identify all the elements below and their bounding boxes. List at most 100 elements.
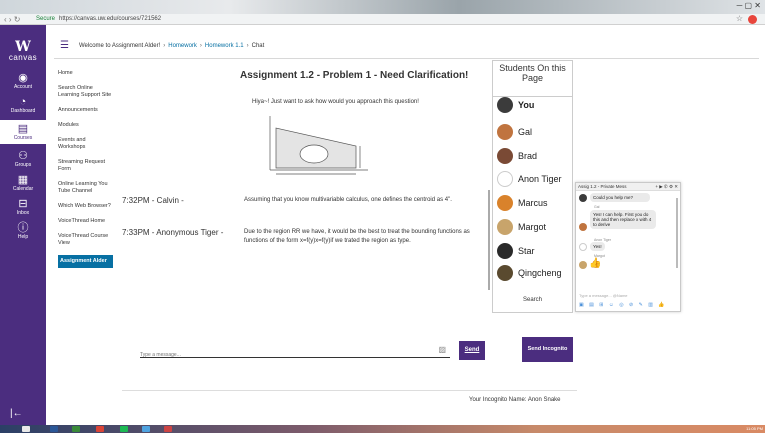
header-divider [54,58,759,59]
avatar [497,97,513,113]
extension-icon[interactable] [748,15,757,24]
student-star[interactable]: Star [497,243,535,259]
collapse-nav-icon[interactable]: |← [10,408,23,419]
taskbar-clock: 11:05 PM [746,426,763,431]
message-text: Assuming that you know multivariable cal… [244,197,452,203]
avatar [579,194,587,202]
avatar [497,171,513,187]
gnav-label: Account [13,84,33,90]
gnav-courses[interactable]: ▤ Courses [0,120,46,144]
canvas-logo-text: canvas [8,53,38,62]
chat-sender-name: Gal [594,205,600,209]
window-controls[interactable]: ─ ▢ ✕ [737,1,761,10]
course-nav-youtube[interactable]: Online Learning You Tube Channel [58,181,113,195]
gnav-label: Inbox [16,210,30,216]
bookmark-star-icon[interactable]: ☆ [736,14,743,23]
avatar [497,243,513,259]
hamburger-menu-icon[interactable]: ☰ [60,40,69,51]
image-attach-icon[interactable]: ▨ [438,345,446,354]
url-text[interactable]: https://canvas.uw.edu/courses/721562 [59,16,161,22]
chat-popup-scrollbar[interactable] [676,198,678,268]
chat-popup-input[interactable]: Type a message... @Name [579,293,628,298]
avatar [579,261,587,269]
avatar [497,148,513,164]
app-icon[interactable] [72,426,80,432]
page-title: Assignment 1.2 - Problem 1 - Need Clarif… [240,70,469,81]
gnav-inbox[interactable]: ⊟ Inbox [0,198,46,216]
student-you[interactable]: You [497,97,534,113]
gnav-label: Courses [13,135,33,141]
spotify-icon[interactable] [120,426,128,432]
students-panel: Students On this Page You Gal Brad Anon … [492,60,573,313]
footer-divider [122,390,577,391]
global-navigation: W canvas ◉ Account ◔ Dashboard ▤ Courses… [0,25,46,425]
groups-icon: ⚇ [18,150,28,162]
chat-popup-title: Assig 1.2 - Private Mess [578,184,627,189]
course-nav-voicethread-course[interactable]: VoiceThread Course View [58,233,113,247]
message-author: 7:32PM - Calvin - [122,196,184,205]
student-name: Brad [518,151,538,161]
word-icon[interactable] [50,426,58,432]
screen: ─ ▢ ✕ ‹ › ↻ Secure https://canvas.uw.edu… [0,0,765,433]
app-icon[interactable] [142,426,150,432]
avatar [579,243,587,251]
course-nav-home[interactable]: Home [58,70,113,77]
student-name: Anon Tiger [518,174,562,184]
gnav-groups[interactable]: ⚇ Groups [0,150,46,168]
student-brad[interactable]: Brad [497,148,537,164]
course-nav-announcements[interactable]: Announcements [58,107,113,114]
gnav-dashboard[interactable]: ◔ Dashboard [0,96,46,114]
app-icon[interactable] [164,426,172,432]
students-search-button[interactable]: Search [493,297,572,303]
student-name: Gal [518,127,533,137]
course-nav-assignment-alder[interactable]: Assignment Alder [58,255,113,268]
gnav-label: Calendar [12,186,34,192]
student-margot[interactable]: Margot [497,219,546,235]
window-titlebar: ─ ▢ ✕ [0,0,765,14]
avatar [497,124,513,140]
private-chat-popup: Assig 1.2 - Private Mess + ▶ ✆ ⚙ ✕ Could… [575,182,681,312]
course-nav-modules[interactable]: Modules [58,122,113,129]
gnav-label: Dashboard [10,108,36,114]
breadcrumb-item[interactable]: Homework 1.1 [205,43,244,49]
course-nav-events[interactable]: Events and Workshops [58,137,113,151]
student-qingcheng[interactable]: Qingcheng [497,265,562,281]
student-name: You [518,100,535,110]
send-button[interactable]: Send [459,341,485,360]
avatar [497,219,513,235]
breadcrumb-course[interactable]: Welcome to Assignment Alder! [79,43,160,49]
student-name: Margot [518,222,547,232]
account-icon: ◉ [18,72,28,84]
course-navigation: Home Search Online Learning Support Site… [58,70,113,276]
chat-popup-toolbar-icons[interactable]: ▣ ▤ ⊞ ☺ ◎ ⊘ ✎ ▥ 👍 [579,302,667,308]
chat-bubble: Yes! I can help. First you do this and t… [590,210,656,229]
student-name: Qingcheng [518,268,562,278]
course-nav-web-browser[interactable]: Which Web Browser? [58,203,113,210]
chat-popup-titlebar[interactable]: Assig 1.2 - Private Mess + ▶ ✆ ⚙ ✕ [576,183,680,191]
start-icon[interactable] [22,426,30,432]
browser-nav-icons[interactable]: ‹ › ↻ [4,15,28,24]
gnav-calendar[interactable]: ▦ Calendar [0,174,46,192]
gnav-label: Help [17,234,29,240]
course-nav-streaming[interactable]: Streaming Request Form [58,159,113,173]
thumbs-up-icon: 👍 [589,258,602,269]
message-author: 7:33PM - Anonymous Tiger - [122,228,224,237]
chrome-icon[interactable] [96,426,104,432]
student-marcus[interactable]: Marcus [497,195,548,211]
avatar [497,195,513,211]
send-incognito-button[interactable]: Send Incognito [522,337,573,362]
students-header: Students On this Page [499,63,566,83]
course-nav-voicethread-home[interactable]: VoiceThread Home [58,218,113,225]
student-name: Marcus [518,198,548,208]
os-taskbar: 11:05 PM [0,425,765,433]
chat-scrollbar[interactable] [488,190,490,290]
gnav-account[interactable]: ◉ Account [0,72,46,90]
breadcrumb-section[interactable]: Homework [168,43,197,49]
address-bar[interactable]: ‹ › ↻ Secure https://canvas.uw.edu/cours… [0,14,765,25]
student-gal[interactable]: Gal [497,124,532,140]
course-nav-search-support[interactable]: Search Online Learning Support Site [58,85,113,99]
student-anon-tiger[interactable]: Anon Tiger [497,171,562,187]
message-input[interactable] [140,352,420,358]
chat-popup-actions-icons[interactable]: + ▶ ✆ ⚙ ✕ [655,184,678,189]
gnav-help[interactable]: ⓘ Help [0,222,46,240]
